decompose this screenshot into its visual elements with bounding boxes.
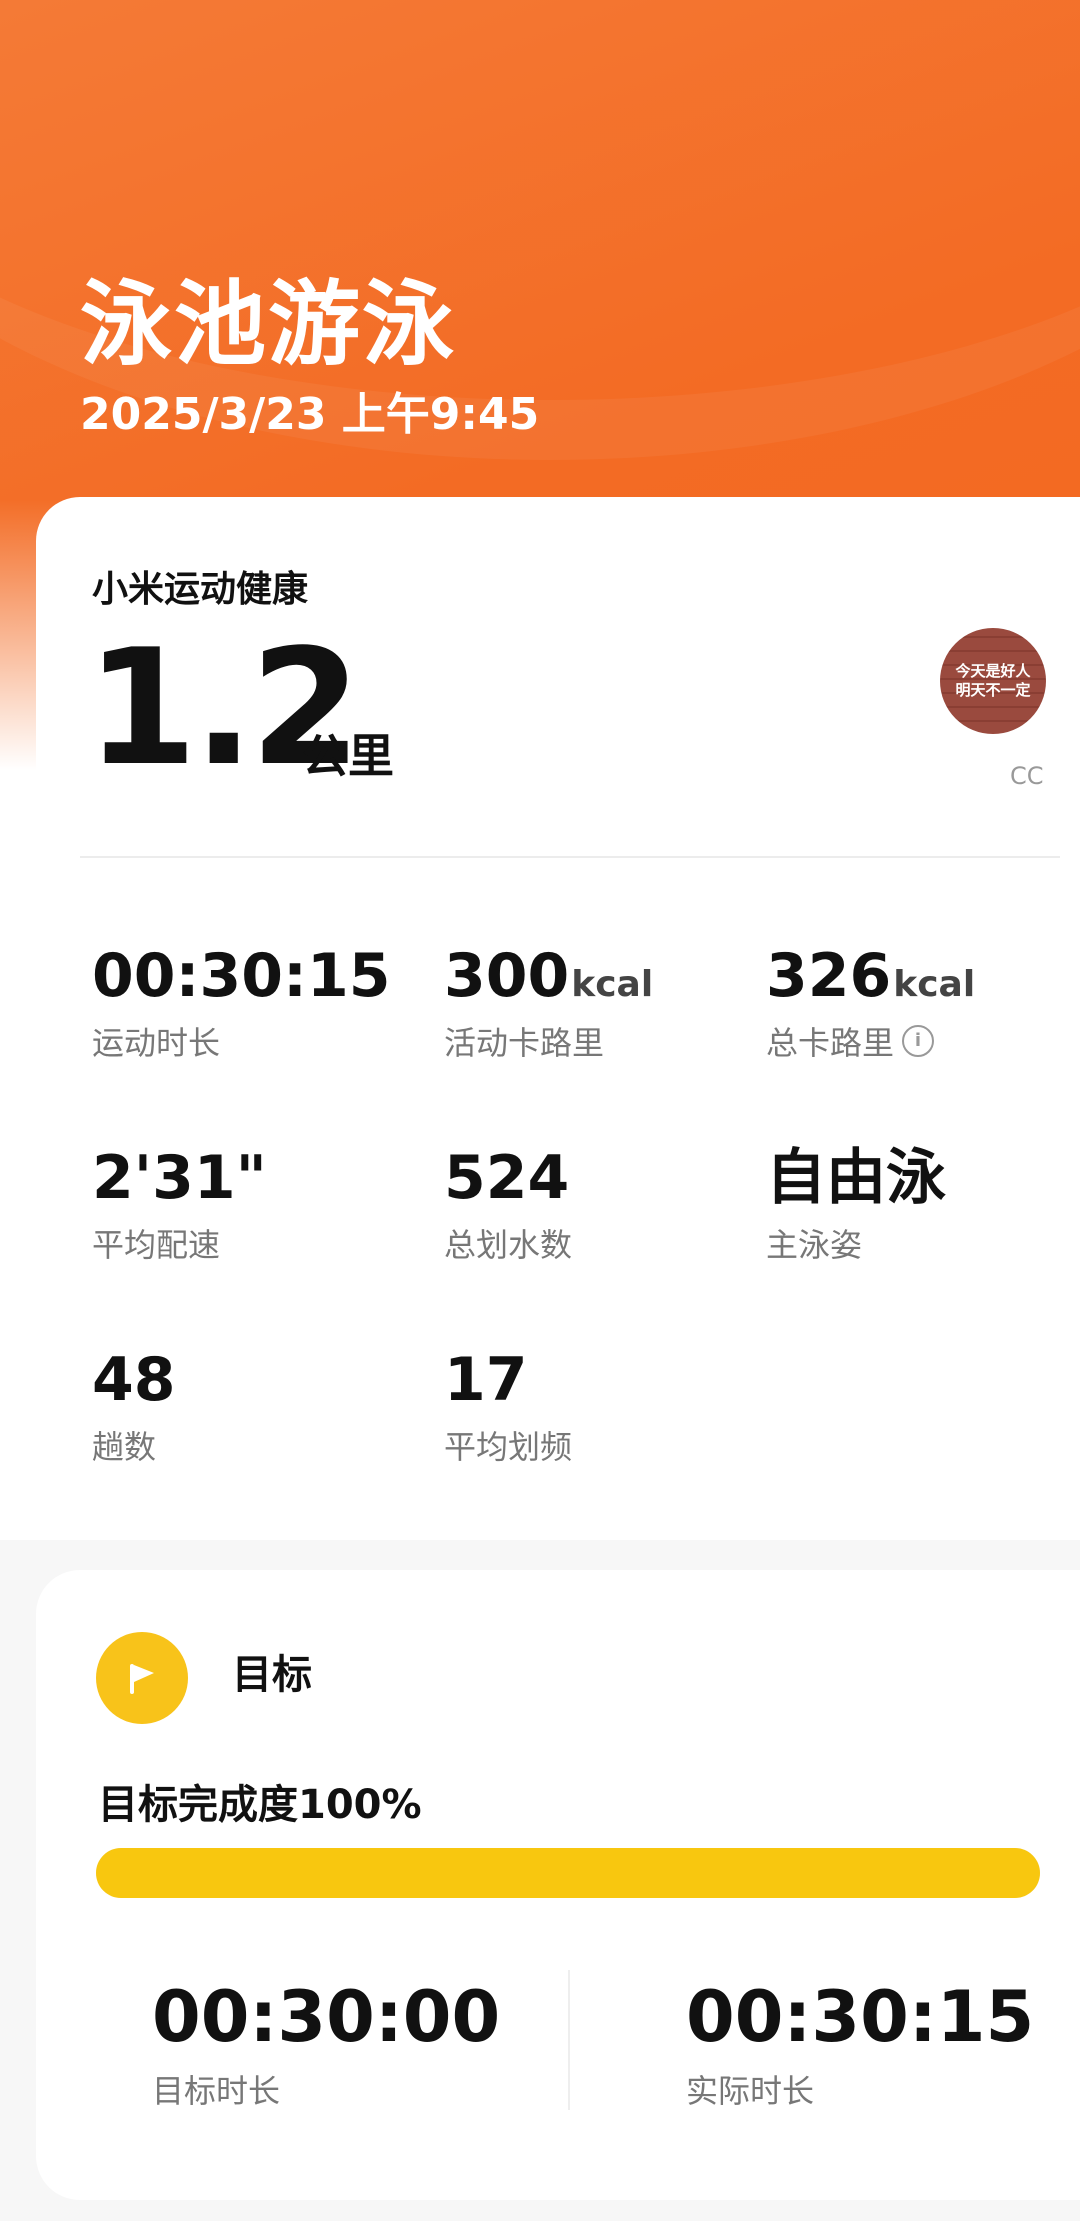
brand-name: 小米运动健康: [92, 569, 309, 610]
goal-title: 目标: [232, 1652, 312, 1698]
stat-total-strokes: 524 总划水数: [444, 1148, 572, 1266]
info-icon[interactable]: i: [902, 1025, 935, 1057]
stat-value: 300: [444, 941, 570, 1011]
divider: [80, 856, 1060, 858]
goal-progress-fill: [96, 1848, 1040, 1898]
distance-unit: 公里: [302, 729, 394, 783]
stat-label: 总卡路里: [766, 1024, 895, 1062]
stat-label: 主泳姿: [766, 1226, 863, 1264]
stat-value: 326: [766, 941, 892, 1011]
avatar-text-line2: 明天不一定: [955, 681, 1031, 699]
stat-value: 48: [92, 1345, 176, 1415]
divider: [568, 1970, 570, 2110]
stat-active-calories: 300kcal 活动卡路里: [444, 946, 653, 1064]
stat-label: 平均划频: [444, 1428, 573, 1466]
stat-unit: kcal: [893, 964, 976, 1005]
avatar[interactable]: 今天是好人 明天不一定: [940, 628, 1046, 734]
stat-main-stroke: 自由泳 主泳姿: [766, 1148, 946, 1266]
flag-icon: [96, 1632, 188, 1724]
stat-unit: kcal: [571, 964, 654, 1005]
avatar-name: CC: [1010, 762, 1044, 790]
stat-value: 2'31": [92, 1143, 267, 1213]
stat-laps: 48 趟数: [92, 1350, 176, 1468]
stat-label: 活动卡路里: [444, 1024, 605, 1062]
stat-label: 趟数: [92, 1428, 157, 1466]
stat-label: 平均配速: [92, 1226, 221, 1264]
stat-value: 自由泳: [766, 1143, 946, 1213]
stat-label: 运动时长: [92, 1024, 221, 1062]
actual-duration: 00:30:15 实际时长: [686, 1982, 1034, 2112]
target-duration: 00:30:00 目标时长: [152, 1982, 500, 2112]
stat-total-calories: 326kcal 总卡路里 i: [766, 946, 975, 1064]
stat-value: 524: [444, 1143, 570, 1213]
stat-value: 17: [444, 1345, 528, 1415]
avatar-text-line1: 今天是好人: [955, 661, 1031, 680]
goal-completion: 目标完成度100%: [98, 1782, 422, 1828]
target-duration-value: 00:30:00: [152, 1976, 501, 2058]
stat-value: 00:30:15: [92, 941, 391, 1011]
stat-label: 总划水数: [444, 1226, 573, 1264]
target-duration-label: 目标时长: [152, 2072, 281, 2110]
stat-avg-pace: 2'31" 平均配速: [92, 1148, 267, 1266]
stat-duration: 00:30:15 运动时长: [92, 946, 390, 1064]
workout-title: 泳池游泳: [80, 271, 457, 378]
actual-duration-label: 实际时长: [686, 2072, 815, 2110]
stat-avg-stroke-rate: 17 平均划频: [444, 1350, 572, 1468]
actual-duration-value: 00:30:15: [686, 1976, 1035, 2058]
goal-progress-bar: [96, 1848, 1040, 1898]
workout-datetime: 2025/3/23 上午9:45: [80, 389, 540, 440]
